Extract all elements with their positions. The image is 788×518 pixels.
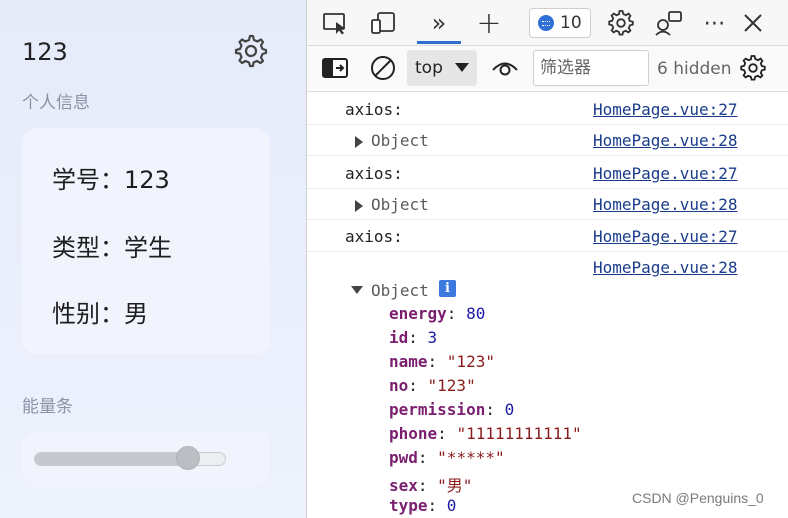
console-log-row: axios: HomePage.vue:27 <box>307 94 788 125</box>
property-value: "123" <box>427 376 476 395</box>
property-value: 3 <box>427 328 438 347</box>
log-object[interactable]: Object <box>371 131 429 150</box>
info-label: 类型 <box>52 234 100 262</box>
property-key: pwd <box>389 448 418 467</box>
log-source-link[interactable]: HomePage.vue:27 <box>593 227 738 246</box>
add-tab-plus-icon[interactable]: + <box>475 6 503 41</box>
console-output: axios: HomePage.vue:27 Object HomePage.v… <box>307 94 788 518</box>
property-value: 0 <box>446 496 457 515</box>
log-message: axios: <box>345 100 403 119</box>
personal-info-label: 个人信息 <box>22 93 90 113</box>
context-value: top <box>415 58 443 78</box>
property-key: type <box>389 496 428 515</box>
active-tab-indicator <box>417 41 461 44</box>
clear-console-icon[interactable] <box>369 54 397 82</box>
username-title: 123 <box>22 38 68 66</box>
property-key: name <box>389 352 428 371</box>
property-value: 0 <box>504 400 515 419</box>
property-key: phone <box>389 424 438 443</box>
log-message: axios: <box>345 227 403 246</box>
property-value: "11111111111" <box>456 424 582 443</box>
device-emulation-icon[interactable] <box>369 9 397 37</box>
connect-devices-icon[interactable] <box>655 9 683 37</box>
object-property-row: no: "123" <box>389 376 476 395</box>
console-log-row: axios: HomePage.vue:27 <box>307 158 788 189</box>
expand-triangle-icon[interactable] <box>355 200 363 212</box>
info-row-student-id: 学号：123 <box>52 166 170 194</box>
devtools-panel: » + 10 ⋯ top 6 hidden axios <box>306 0 788 518</box>
toggle-sidebar-icon[interactable] <box>321 54 349 82</box>
property-key: permission <box>389 400 486 419</box>
log-source-link[interactable]: HomePage.vue:27 <box>593 100 738 119</box>
object-property-row: sex: "男" <box>389 476 473 495</box>
object-property-row: name: "123" <box>389 352 495 371</box>
console-log-row[interactable]: Object HomePage.vue:28 <box>307 125 788 156</box>
info-value: 123 <box>124 166 170 194</box>
info-row-gender: 性别：男 <box>52 300 148 328</box>
info-row-type: 类型：学生 <box>52 234 172 262</box>
close-devtools-icon[interactable] <box>739 9 767 37</box>
energy-slider-fill <box>35 453 189 465</box>
property-value: "男" <box>437 476 473 495</box>
property-value: "*****" <box>437 448 505 467</box>
more-tabs-chevron-icon[interactable]: » <box>425 9 453 37</box>
issues-count: 10 <box>560 13 582 33</box>
info-icon[interactable]: i <box>439 280 456 297</box>
issues-badge[interactable]: 10 <box>529 8 591 38</box>
object-property-row: pwd: "*****" <box>389 448 505 467</box>
expand-triangle-icon[interactable] <box>355 136 363 148</box>
app-panel: 123 个人信息 学号：123 类型：学生 性别：男 能量条 <box>0 0 306 518</box>
settings-gear-icon[interactable] <box>234 34 268 68</box>
live-expression-eye-icon[interactable] <box>491 54 519 82</box>
info-label: 性别 <box>52 300 100 328</box>
log-source-link[interactable]: HomePage.vue:27 <box>593 164 738 183</box>
collapse-triangle-icon[interactable] <box>351 286 363 294</box>
inspect-element-icon[interactable] <box>321 9 349 37</box>
property-value: 80 <box>466 304 486 323</box>
energy-slider-thumb[interactable] <box>175 446 200 470</box>
console-filter-input[interactable] <box>533 50 649 86</box>
devtools-settings-gear-icon[interactable] <box>607 9 635 37</box>
property-key: energy <box>389 304 447 323</box>
property-key: no <box>389 376 409 395</box>
info-value: 学生 <box>124 234 172 262</box>
context-selector[interactable]: top <box>407 50 477 86</box>
object-property-row: type: 0 <box>389 496 457 515</box>
energy-card <box>22 432 270 486</box>
object-property-row: permission: 0 <box>389 400 515 419</box>
object-property-row: phone: "11111111111" <box>389 424 582 443</box>
object-label: Object <box>371 281 429 300</box>
property-key: id <box>389 328 409 347</box>
log-object[interactable]: Object <box>371 195 429 214</box>
property-value: "123" <box>446 352 495 371</box>
console-log-row: axios: HomePage.vue:27 <box>307 221 788 252</box>
caret-down-icon <box>455 63 469 72</box>
personal-info-card: 学号：123 类型：学生 性别：男 <box>22 128 270 354</box>
more-options-ellipsis-icon[interactable]: ⋯ <box>701 9 729 37</box>
property-key: sex <box>389 476 418 495</box>
message-icon <box>538 15 554 31</box>
log-source-link[interactable]: HomePage.vue:28 <box>593 258 738 277</box>
log-message: axios: <box>345 164 403 183</box>
object-property-row: energy: 80 <box>389 304 486 323</box>
log-source-link[interactable]: HomePage.vue:28 <box>593 131 738 150</box>
console-log-row: HomePage.vue:28 <box>307 252 788 283</box>
console-log-row[interactable]: Object HomePage.vue:28 <box>307 189 788 220</box>
hidden-messages-count: 6 hidden <box>657 59 732 79</box>
console-settings-gear-icon[interactable] <box>739 54 767 82</box>
object-property-row: id: 3 <box>389 328 438 347</box>
watermark: CSDN @Penguins_0 <box>632 490 764 506</box>
info-label: 学号 <box>52 166 100 194</box>
energy-label: 能量条 <box>22 397 73 417</box>
info-value: 男 <box>124 300 148 328</box>
devtools-tabbar: » + 10 ⋯ <box>307 0 788 46</box>
log-source-link[interactable]: HomePage.vue:28 <box>593 195 738 214</box>
